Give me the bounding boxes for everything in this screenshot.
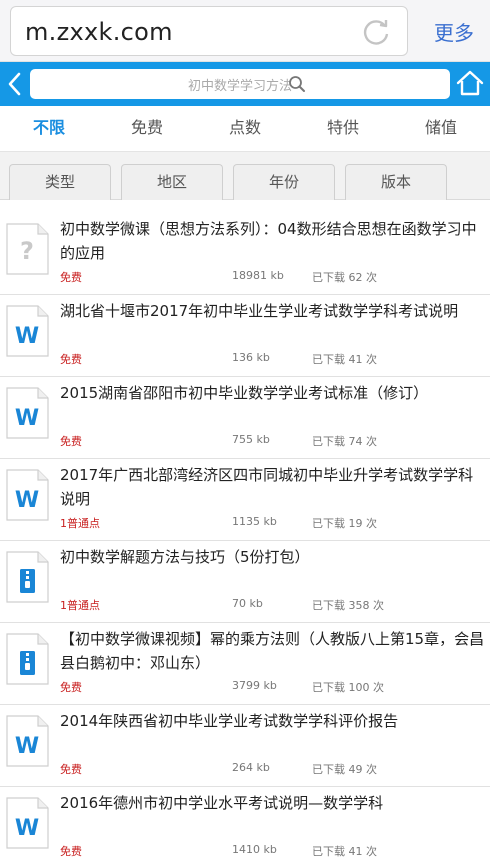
document-size: 70 kb	[232, 597, 263, 610]
download-count: 已下载 62 次	[312, 271, 377, 284]
document-title[interactable]: 2015湖南省邵阳市初中毕业数学学业考试标准（修订）	[60, 381, 485, 405]
zip-archive-icon	[6, 551, 49, 603]
search-icon[interactable]	[288, 75, 306, 93]
document-price: 1普通点	[60, 517, 100, 530]
document-size: 18981 kb	[232, 269, 284, 282]
document-title[interactable]: 湖北省十堰市2017年初中毕业生学业考试数学学科考试说明	[60, 299, 485, 323]
document-price: 免费	[60, 681, 82, 694]
zip-archive-icon	[6, 633, 49, 685]
filter-region-button[interactable]: 地区	[121, 164, 223, 200]
word-doc-icon: W	[6, 387, 49, 439]
tab-free[interactable]: 免费	[98, 106, 196, 151]
list-item[interactable]: W 湖北省十堰市2017年初中毕业生学业考试数学学科考试说明 免费 136 kb…	[0, 295, 490, 377]
list-item[interactable]: W 2017年广西北部湾经济区四市同城初中毕业升学考试数学学科说明 1普通点 1…	[0, 459, 490, 541]
site-header: 初中数学学习方法	[0, 62, 490, 106]
unknown-file-icon: ?	[6, 223, 49, 275]
tab-exclusive[interactable]: 特供	[294, 106, 392, 151]
document-price: 免费	[60, 435, 82, 448]
document-price: 1普通点	[60, 599, 100, 612]
download-count: 已下载 49 次	[312, 763, 377, 776]
home-icon[interactable]	[456, 69, 484, 97]
svg-text:?: ?	[20, 237, 34, 265]
tab-stored-value[interactable]: 储值	[392, 106, 490, 151]
document-price: 免费	[60, 271, 82, 284]
search-placeholder: 初中数学学习方法	[187, 79, 292, 94]
price-filter-tabs: 不限 免费 点数 特供 储值	[0, 106, 490, 152]
download-count: 已下载 41 次	[312, 845, 377, 858]
document-title[interactable]: 【初中数学微课视频】幂的乘方法则（人教版八上第15章，会昌县白鹅初中：邓山东）	[60, 627, 485, 675]
download-count: 已下载 41 次	[312, 353, 377, 366]
address-bar[interactable]: m.zxxk.com	[10, 6, 408, 56]
back-arrow-icon[interactable]	[6, 72, 24, 96]
download-count: 已下载 74 次	[312, 435, 377, 448]
svg-text:W: W	[15, 324, 39, 349]
browser-toolbar: m.zxxk.com 更多	[0, 0, 490, 62]
document-title[interactable]: 2016年德州市初中学业水平考试说明—数学学科	[60, 791, 485, 815]
url-text: m.zxxk.com	[25, 18, 173, 46]
list-item[interactable]: 【初中数学微课视频】幂的乘方法则（人教版八上第15章，会昌县白鹅初中：邓山东） …	[0, 623, 490, 705]
download-count: 已下载 19 次	[312, 517, 377, 530]
filter-bar: 类型 地区 年份 版本	[0, 152, 490, 200]
svg-text:W: W	[15, 406, 39, 431]
word-doc-icon: W	[6, 715, 49, 767]
document-size: 755 kb	[232, 433, 270, 446]
download-count: 已下载 100 次	[312, 681, 384, 694]
document-title[interactable]: 2014年陕西省初中毕业学业考试数学学科评价报告	[60, 709, 485, 733]
document-title[interactable]: 初中数学解题方法与技巧（5份打包）	[60, 545, 485, 569]
document-price: 免费	[60, 845, 82, 858]
word-doc-icon: W	[6, 797, 49, 849]
document-size: 1135 kb	[232, 515, 277, 528]
document-price: 免费	[60, 763, 82, 776]
svg-text:W: W	[15, 734, 39, 759]
list-item[interactable]: W 2015湖南省邵阳市初中毕业数学学业考试标准（修订） 免费 755 kb 已…	[0, 377, 490, 459]
reload-icon[interactable]	[361, 17, 391, 47]
word-doc-icon: W	[6, 469, 49, 521]
search-input[interactable]: 初中数学学习方法	[30, 69, 450, 99]
filter-year-button[interactable]: 年份	[233, 164, 335, 200]
tab-all[interactable]: 不限	[0, 106, 98, 151]
list-item[interactable]: W 2014年陕西省初中毕业学业考试数学学科评价报告 免费 264 kb 已下载…	[0, 705, 490, 787]
list-item[interactable]: W 2016年德州市初中学业水平考试说明—数学学科 免费 1410 kb 已下载…	[0, 787, 490, 865]
document-title[interactable]: 2017年广西北部湾经济区四市同城初中毕业升学考试数学学科说明	[60, 463, 485, 511]
document-size: 1410 kb	[232, 843, 277, 856]
more-button[interactable]: 更多	[434, 17, 474, 46]
filter-edition-button[interactable]: 版本	[345, 164, 447, 200]
document-price: 免费	[60, 353, 82, 366]
document-size: 3799 kb	[232, 679, 277, 692]
filter-type-button[interactable]: 类型	[9, 164, 111, 200]
document-title[interactable]: 初中数学微课（思想方法系列）：04数形结合思想在函数学习中的应用	[60, 217, 485, 265]
word-doc-icon: W	[6, 305, 49, 357]
list-item[interactable]: ? 初中数学微课（思想方法系列）：04数形结合思想在函数学习中的应用 免费 18…	[0, 213, 490, 295]
document-size: 136 kb	[232, 351, 270, 364]
svg-text:W: W	[15, 816, 39, 841]
tab-points[interactable]: 点数	[196, 106, 294, 151]
list-item[interactable]: 初中数学解题方法与技巧（5份打包） 1普通点 70 kb 已下载 358 次	[0, 541, 490, 623]
document-size: 264 kb	[232, 761, 270, 774]
download-count: 已下载 358 次	[312, 599, 384, 612]
svg-text:W: W	[15, 488, 39, 513]
